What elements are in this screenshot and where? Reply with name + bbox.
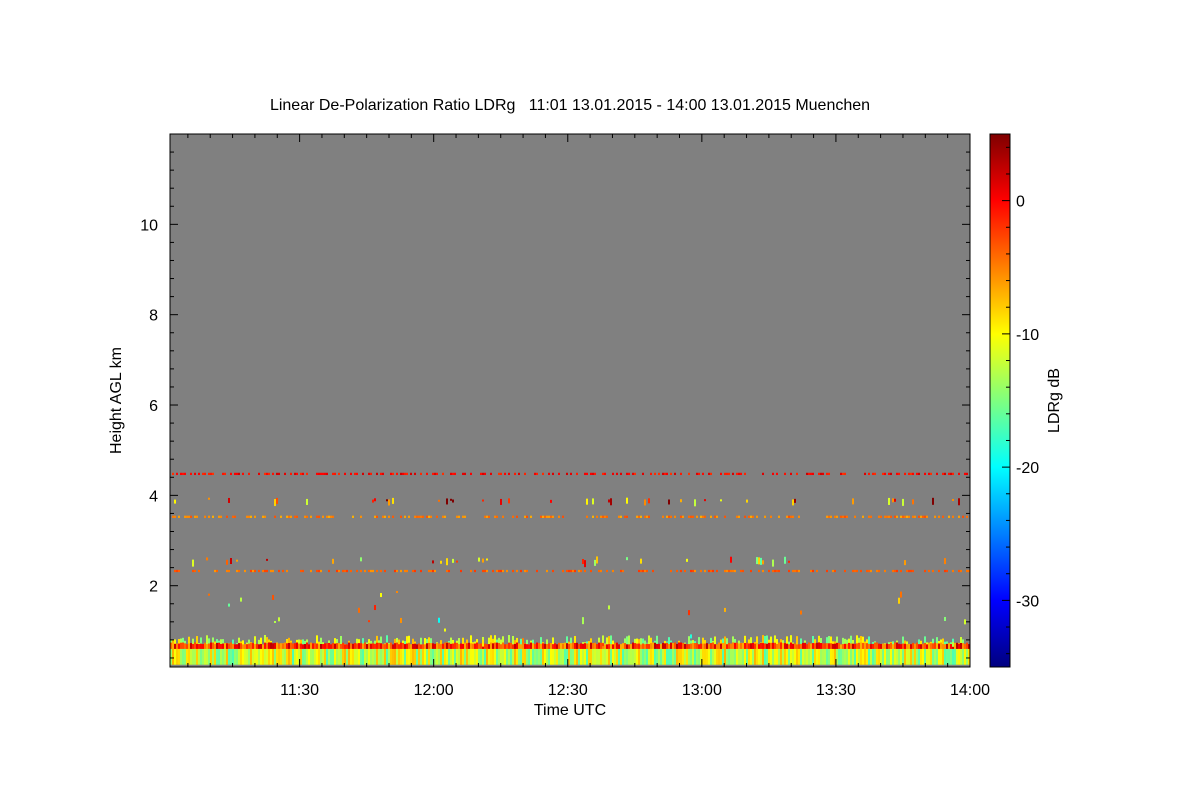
colorbar-tick-label: -30	[1016, 593, 1039, 610]
y-tick-label: 10	[140, 217, 158, 234]
ldr-heatmap-chart: 2 4 6 8 10 11:30 12:00 12:30 13:00 13:30 14:00 Time…	[108, 133, 1063, 719]
y-tick-label: 4	[149, 488, 158, 505]
y-tick-label: 8	[149, 308, 158, 325]
x-tick-label: 11:30	[280, 682, 319, 699]
y-axis-title: Height AGL km	[108, 347, 125, 454]
plot-background	[170, 134, 970, 667]
colorbar-tick-label: 0	[1016, 194, 1025, 211]
y-tick-label: 6	[149, 398, 158, 415]
y-tick-label: 2	[149, 579, 158, 596]
colorbar-title: LDRg dB	[1046, 368, 1063, 433]
x-tick-label: 12:30	[548, 682, 588, 699]
ldr-layer-1	[170, 642, 970, 649]
x-tick-label: 13:00	[682, 682, 722, 699]
colorbar-scale	[989, 133, 1011, 668]
x-axis-title: Time UTC	[534, 702, 606, 719]
ldr-layer-0	[170, 634, 970, 665]
x-tick-label: 13:30	[816, 682, 856, 699]
x-tick-label: 12:00	[414, 682, 454, 699]
x-tick-label: 14:00	[950, 682, 990, 699]
colorbar-tick-label: -20	[1016, 460, 1039, 477]
colorbar-tick-label: -10	[1016, 327, 1039, 344]
